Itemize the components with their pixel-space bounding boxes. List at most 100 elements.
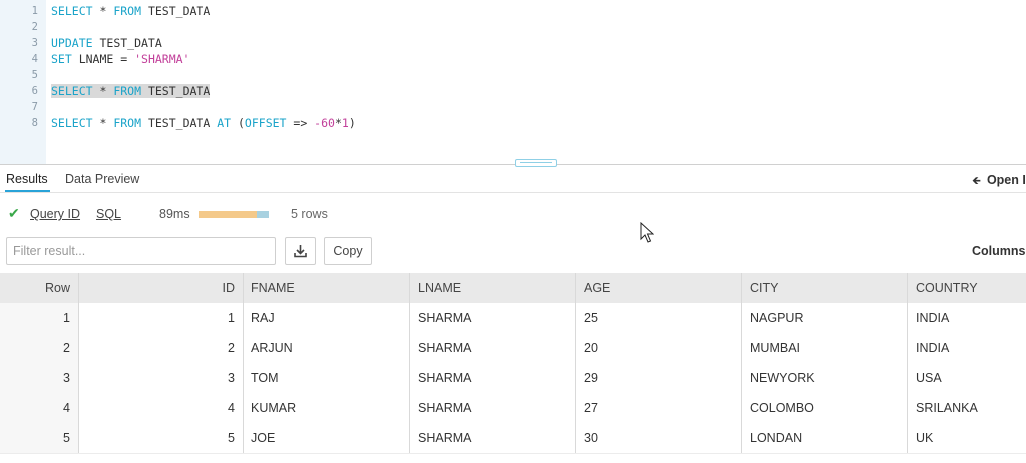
column-header-city[interactable]: CITY: [741, 273, 907, 303]
duration-bar: [199, 211, 269, 218]
cell-fname: RAJ: [251, 311, 275, 325]
query-duration: 89ms: [159, 207, 190, 221]
code-line[interactable]: 6 SELECT * FROM TEST_DATA: [0, 83, 1026, 99]
sql-text: *: [92, 116, 114, 130]
column-header-id[interactable]: ID: [78, 273, 243, 303]
sql-text: TEST_DATA: [141, 84, 211, 98]
sql-keyword: FROM: [113, 4, 142, 18]
line-number: 2: [31, 21, 38, 33]
sql-text: *: [92, 84, 114, 98]
cell-age: 30: [584, 431, 598, 445]
column-header-lname[interactable]: LNAME: [409, 273, 575, 303]
column-divider: [243, 333, 244, 363]
column-divider[interactable]: [575, 273, 576, 303]
sql-text: LNAME =: [71, 52, 135, 66]
column-divider: [409, 423, 410, 453]
table-row[interactable]: 2 2 ARJUN SHARMA 20 MUMBAI INDIA: [0, 333, 1026, 364]
column-divider: [409, 303, 410, 333]
column-divider: [243, 363, 244, 393]
success-check-icon: ✔: [8, 205, 20, 221]
column-header-row-number[interactable]: Row: [0, 273, 78, 303]
filter-result-input[interactable]: [6, 237, 276, 265]
cell-age: 25: [584, 311, 598, 325]
columns-button[interactable]: Columns: [972, 244, 1025, 258]
copy-button[interactable]: Copy: [324, 237, 372, 265]
cell-city: COLOMBO: [750, 401, 814, 415]
column-divider: [741, 363, 742, 393]
cell-row-number: 1: [0, 303, 78, 333]
table-row[interactable]: 3 3 TOM SHARMA 29 NEWYORK USA: [0, 363, 1026, 394]
sql-text: =>: [286, 116, 315, 130]
column-divider[interactable]: [243, 273, 244, 303]
cell-row-number: 3: [0, 363, 78, 393]
cell-id: 5: [228, 431, 235, 445]
sql-text: TEST_DATA: [141, 116, 218, 130]
column-divider: [741, 393, 742, 423]
sql-literal: 'SHARMA': [134, 52, 190, 66]
column-divider[interactable]: [907, 273, 908, 303]
column-divider: [409, 333, 410, 363]
column-divider: [907, 423, 908, 453]
active-tab-indicator: [5, 190, 50, 192]
query-id-link[interactable]: Query ID: [30, 207, 80, 221]
tab-results[interactable]: Results: [6, 172, 48, 186]
sql-text: *: [334, 116, 342, 130]
code-line[interactable]: 7: [0, 99, 1026, 115]
column-divider: [78, 423, 79, 453]
sql-keyword: SET: [51, 52, 72, 66]
line-number: 6: [31, 85, 38, 97]
cell-country: SRILANKA: [916, 401, 978, 415]
cell-city: NEWYORK: [750, 371, 815, 385]
cell-id: 1: [228, 311, 235, 325]
column-header-fname[interactable]: FNAME: [243, 273, 409, 303]
sql-editor[interactable]: 1 SELECT * FROM TEST_DATA 2 3 UPDATE TEST_DA…: [0, 0, 1026, 164]
download-icon: [294, 245, 307, 258]
cell-fname: KUMAR: [251, 401, 297, 415]
sql-keyword: SELECT: [51, 84, 93, 98]
column-divider[interactable]: [409, 273, 410, 303]
column-divider: [907, 363, 908, 393]
download-button[interactable]: [285, 237, 316, 265]
table-row[interactable]: 5 5 JOE SHARMA 30 LONDAN UK: [0, 423, 1026, 454]
cell-id: 3: [228, 371, 235, 385]
line-number: 1: [31, 5, 38, 17]
line-number: 3: [31, 37, 38, 49]
column-divider: [243, 303, 244, 333]
tab-data-preview[interactable]: Data Preview: [65, 172, 139, 186]
column-divider: [575, 333, 576, 363]
code-line[interactable]: 5: [0, 67, 1026, 83]
code-line[interactable]: 4 SET LNAME = 'SHARMA': [0, 51, 1026, 67]
cell-age: 27: [584, 401, 598, 415]
sql-keyword: AT: [217, 116, 232, 130]
table-row[interactable]: 1 1 RAJ SHARMA 25 NAGPUR INDIA: [0, 303, 1026, 334]
cell-row-number: 4: [0, 393, 78, 423]
column-divider: [78, 303, 79, 333]
column-divider[interactable]: [741, 273, 742, 303]
code-line[interactable]: 3 UPDATE TEST_DATA: [0, 35, 1026, 51]
open-panel-button[interactable]: 🡸 Open I: [972, 172, 1026, 191]
result-tabs: Results Data Preview 🡸 Open I: [0, 165, 1026, 193]
code-text: SELECT * FROM TEST_DATA: [51, 4, 210, 18]
sql-link[interactable]: SQL: [96, 207, 121, 221]
sql-text: TEST_DATA: [141, 4, 211, 18]
cell-fname: JOE: [251, 431, 276, 445]
column-divider: [409, 393, 410, 423]
cell-row-number: 5: [0, 423, 78, 453]
cell-country: INDIA: [916, 341, 950, 355]
sql-keyword: UPDATE: [51, 36, 93, 50]
sql-literal: -60: [314, 116, 335, 130]
cell-id: 4: [228, 401, 235, 415]
cell-city: NAGPUR: [750, 311, 804, 325]
column-header-age[interactable]: AGE: [575, 273, 741, 303]
sql-keyword: FROM: [113, 84, 142, 98]
code-line[interactable]: 2: [0, 19, 1026, 35]
cell-city: MUMBAI: [750, 341, 800, 355]
column-divider: [907, 393, 908, 423]
sql-literal: 1: [341, 116, 349, 130]
column-header-country[interactable]: COUNTRY: [907, 273, 1026, 303]
table-row[interactable]: 4 4 KUMAR SHARMA 27 COLOMBO SRILANKA: [0, 393, 1026, 424]
column-divider[interactable]: [78, 273, 79, 303]
code-line[interactable]: 8 SELECT * FROM TEST_DATA AT (OFFSET => -…: [0, 115, 1026, 131]
code-line[interactable]: 1 SELECT * FROM TEST_DATA: [0, 3, 1026, 19]
duration-bar-fill: [199, 211, 258, 218]
